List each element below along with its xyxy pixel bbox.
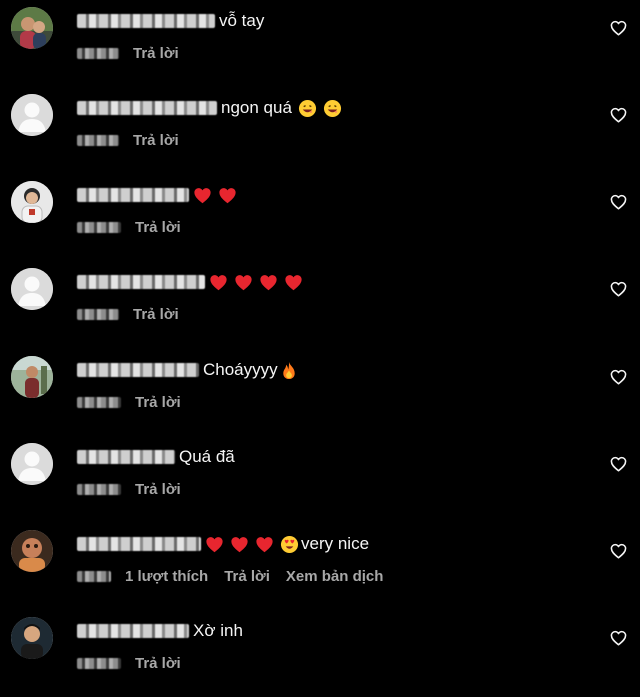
reply-button[interactable]: Trả lời — [135, 219, 181, 236]
comment-item: ngon quá Trả lời — [0, 87, 640, 174]
red-heart-icon — [218, 187, 237, 204]
like-heart-icon[interactable] — [610, 456, 627, 472]
comment-extra-text: very nice — [301, 534, 370, 553]
like-heart-icon[interactable] — [610, 194, 627, 210]
comment-item: Quá đã Trả lời — [0, 436, 640, 523]
comment-item: Xờ inh Trả lời — [0, 610, 640, 697]
fire-icon — [281, 361, 297, 380]
username-blurred[interactable] — [77, 14, 215, 28]
user-avatar[interactable] — [11, 617, 53, 659]
reply-button[interactable]: Trả lời — [133, 132, 179, 149]
reply-button[interactable]: Trả lời — [133, 45, 179, 62]
like-heart-icon[interactable] — [610, 369, 627, 385]
see-translation-button[interactable]: Xem bản dịch — [286, 568, 384, 585]
red-heart-icon — [284, 274, 303, 291]
default-avatar[interactable] — [11, 268, 53, 310]
grin-emoji-icon — [323, 99, 342, 118]
reply-button[interactable]: Trả lời — [135, 655, 181, 672]
timestamp-blurred — [77, 221, 121, 233]
grin-emoji-icon — [298, 99, 317, 118]
like-heart-icon[interactable] — [610, 107, 627, 123]
username-blurred[interactable] — [77, 363, 199, 377]
red-heart-icon — [234, 274, 253, 291]
reply-button[interactable]: Trả lời — [135, 394, 181, 411]
comment-text: Xờ inh — [193, 621, 243, 640]
comment-item: Trả lời — [0, 261, 640, 348]
red-heart-icon — [230, 536, 249, 553]
timestamp-blurred — [77, 308, 119, 320]
username-blurred[interactable] — [77, 537, 201, 551]
username-blurred[interactable] — [77, 450, 175, 464]
likes-count-button[interactable]: 1 lượt thích — [125, 568, 208, 585]
user-avatar[interactable] — [11, 356, 53, 398]
like-heart-icon[interactable] — [610, 543, 627, 559]
timestamp-blurred — [77, 134, 119, 146]
user-avatar[interactable] — [11, 181, 53, 223]
user-avatar[interactable] — [11, 7, 53, 49]
timestamp-blurred — [77, 570, 111, 582]
timestamp-blurred — [77, 396, 121, 408]
comment-item: vỗ tay Trả lời — [0, 0, 640, 87]
username-blurred[interactable] — [77, 101, 217, 115]
red-heart-icon — [193, 187, 212, 204]
default-avatar[interactable] — [11, 443, 53, 485]
heart-eyes-icon — [280, 535, 299, 554]
comment-text: Quá đã — [179, 447, 235, 466]
comment-text: ngon quá — [221, 98, 292, 117]
like-heart-icon[interactable] — [610, 630, 627, 646]
comment-text: Choáyyyy — [203, 360, 278, 379]
comment-list: vỗ tay Trả lời ngon quá Trả lời Trả lời … — [0, 0, 640, 690]
default-avatar[interactable] — [11, 94, 53, 136]
red-heart-icon — [209, 274, 228, 291]
reply-button[interactable]: Trả lời — [133, 306, 179, 323]
red-heart-icon — [255, 536, 274, 553]
comment-item: very nice 1 lượt thích Trả lời Xem bản d… — [0, 523, 640, 610]
user-avatar[interactable] — [11, 530, 53, 572]
like-heart-icon[interactable] — [610, 281, 627, 297]
red-heart-icon — [205, 536, 224, 553]
comment-text: vỗ tay — [219, 11, 265, 30]
timestamp-blurred — [77, 483, 121, 495]
like-heart-icon[interactable] — [610, 20, 627, 36]
comment-item: Choáyyyy Trả lời — [0, 349, 640, 436]
username-blurred[interactable] — [77, 275, 205, 289]
timestamp-blurred — [77, 47, 119, 59]
red-heart-icon — [259, 274, 278, 291]
comment-item: Trả lời — [0, 174, 640, 261]
username-blurred[interactable] — [77, 624, 189, 638]
reply-button[interactable]: Trả lời — [224, 568, 270, 585]
reply-button[interactable]: Trả lời — [135, 481, 181, 498]
username-blurred[interactable] — [77, 188, 189, 202]
timestamp-blurred — [77, 657, 121, 669]
